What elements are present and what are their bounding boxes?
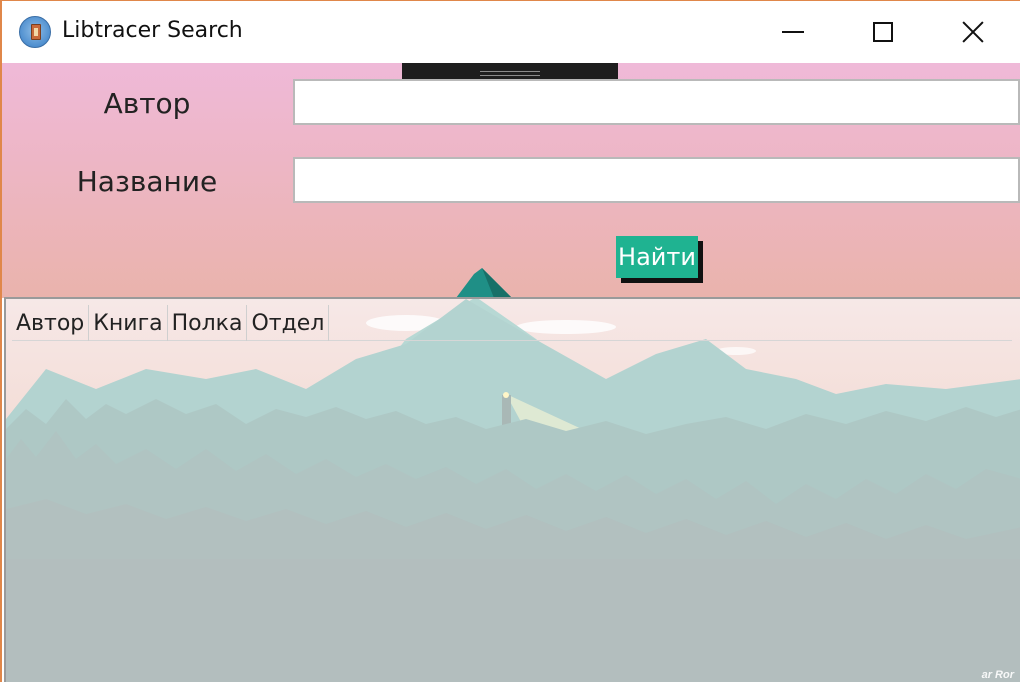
column-header-book[interactable]: Книга (89, 305, 168, 341)
window-title: Libtracer Search (62, 18, 243, 43)
column-header-department[interactable]: Отдел (247, 305, 330, 341)
minimize-icon (782, 31, 804, 33)
maximize-button[interactable] (838, 1, 928, 63)
search-button[interactable]: Найти (616, 236, 698, 278)
title-input[interactable] (293, 157, 1020, 203)
author-input[interactable] (293, 79, 1020, 125)
title-bar[interactable]: Libtracer Search (2, 1, 1020, 63)
title-label: Название (76, 165, 218, 198)
app-book-icon (19, 16, 51, 48)
close-button[interactable] (928, 1, 1018, 63)
minimize-button[interactable] (748, 1, 838, 63)
mountain-peak-decoration (456, 268, 512, 298)
app-window: Libtracer Search Автор Название Найти Ав… (0, 0, 1020, 682)
search-form: Автор Название Найти (2, 63, 1020, 298)
results-table[interactable]: Автор Книга Полка Отдел ar Ror (4, 297, 1020, 682)
author-label: Автор (103, 87, 191, 120)
close-icon (961, 20, 985, 44)
column-header-author[interactable]: Автор (12, 305, 90, 341)
table-header: Автор Книга Полка Отдел (12, 305, 1012, 341)
landscape-background (6, 299, 1020, 682)
column-header-shelf[interactable]: Полка (168, 305, 248, 341)
maximize-icon (873, 22, 893, 42)
background-watermark: ar Ror (981, 669, 1014, 681)
